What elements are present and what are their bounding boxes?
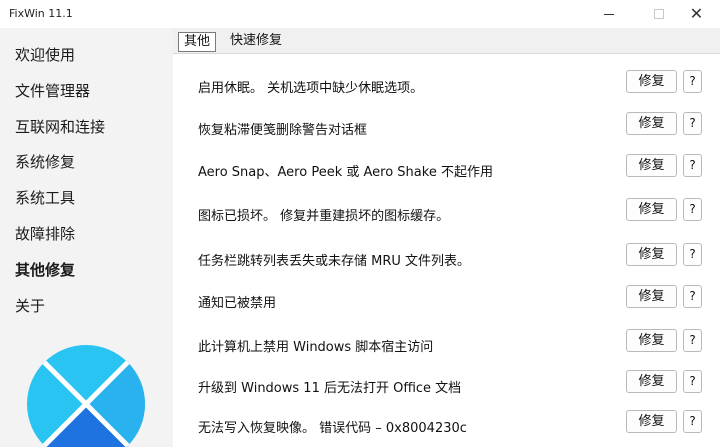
tab-other[interactable]: 其他 [178, 32, 217, 52]
fix-button[interactable]: 修复 [626, 70, 677, 93]
fix-button[interactable]: 修复 [626, 198, 677, 221]
help-button[interactable]: ? [683, 370, 702, 393]
fix-label: 恢复粘滞便笺删除警告对话框 [198, 123, 368, 138]
tab-quick-fixes[interactable]: 快速修复 [225, 32, 287, 50]
title-bar: FixWin 11.1 ✕ [0, 0, 720, 29]
fix-label: 图标已损坏。 修复并重建损坏的图标缓存。 [198, 209, 450, 224]
minimize-icon [603, 13, 614, 15]
main-panel: 其他 快速修复 启用休眠。 关机选项中缺少休眠选项。 修复 ? 恢复粘滞便笺删除… [173, 28, 720, 447]
help-button[interactable]: ? [683, 70, 702, 93]
tab-bar: 其他 快速修复 [173, 28, 720, 54]
close-button[interactable]: ✕ [674, 0, 719, 28]
sidebar-item-welcome[interactable]: 欢迎使用 [15, 44, 75, 65]
help-button[interactable]: ? [683, 198, 702, 221]
fix-label: 任务栏跳转列表丢失或未存储 MRU 文件列表。 [198, 254, 471, 269]
sidebar-item-other-fixes[interactable]: 其他修复 [15, 259, 75, 280]
fix-label: 无法写入恢复映像。 错误代码 – 0x8004230c [198, 421, 467, 436]
sidebar-item-internet[interactable]: 互联网和连接 [15, 116, 105, 137]
fix-row: 通知已被禁用 修复 ? [173, 280, 720, 322]
help-button[interactable]: ? [683, 285, 702, 308]
minimize-button[interactable] [586, 0, 631, 28]
fix-button[interactable]: 修复 [626, 112, 677, 135]
fix-button[interactable]: 修复 [626, 410, 677, 433]
close-icon: ✕ [689, 4, 704, 23]
help-button[interactable]: ? [683, 154, 702, 177]
fix-row: 升级到 Windows 11 后无法打开 Office 文档 修复 ? [173, 365, 720, 407]
help-button[interactable]: ? [683, 329, 702, 352]
fix-label: 通知已被禁用 [198, 296, 277, 311]
window-title: FixWin 11.1 [9, 7, 73, 20]
maximize-icon [653, 9, 664, 19]
sidebar-item-troubleshoot[interactable]: 故障排除 [15, 223, 75, 244]
fix-button[interactable]: 修复 [626, 370, 677, 393]
fix-button[interactable]: 修复 [626, 329, 677, 352]
fix-button[interactable]: 修复 [626, 243, 677, 266]
fix-row: 无法写入恢复映像。 错误代码 – 0x8004230c 修复 ? [173, 405, 720, 447]
help-button[interactable]: ? [683, 112, 702, 135]
fix-row: 图标已损坏。 修复并重建损坏的图标缓存。 修复 ? [173, 193, 720, 235]
fix-label: Aero Snap、Aero Peek 或 Aero Shake 不起作用 [198, 165, 493, 180]
fix-row: Aero Snap、Aero Peek 或 Aero Shake 不起作用 修复… [173, 149, 720, 191]
fix-label: 升级到 Windows 11 后无法打开 Office 文档 [198, 381, 462, 396]
sidebar-item-system-repair[interactable]: 系统修复 [15, 151, 75, 172]
fix-row: 任务栏跳转列表丢失或未存储 MRU 文件列表。 修复 ? [173, 238, 720, 280]
fix-row: 恢复粘滞便笺删除警告对话框 修复 ? [173, 107, 720, 149]
help-button[interactable]: ? [683, 410, 702, 433]
fix-row: 此计算机上禁用 Windows 脚本宿主访问 修复 ? [173, 324, 720, 366]
fixwin-logo [27, 345, 145, 447]
sidebar-item-about[interactable]: 关于 [15, 295, 45, 316]
help-button[interactable]: ? [683, 243, 702, 266]
fix-button[interactable]: 修复 [626, 285, 677, 308]
fix-button[interactable]: 修复 [626, 154, 677, 177]
fix-label: 启用休眠。 关机选项中缺少休眠选项。 [198, 81, 424, 96]
sidebar: 欢迎使用 文件管理器 互联网和连接 系统修复 系统工具 故障排除 其他修复 关于 [0, 28, 173, 447]
fix-label: 此计算机上禁用 Windows 脚本宿主访问 [198, 340, 434, 355]
sidebar-item-system-tools[interactable]: 系统工具 [15, 187, 75, 208]
fix-row: 启用休眠。 关机选项中缺少休眠选项。 修复 ? [173, 65, 720, 107]
sidebar-item-file-explorer[interactable]: 文件管理器 [15, 80, 90, 101]
